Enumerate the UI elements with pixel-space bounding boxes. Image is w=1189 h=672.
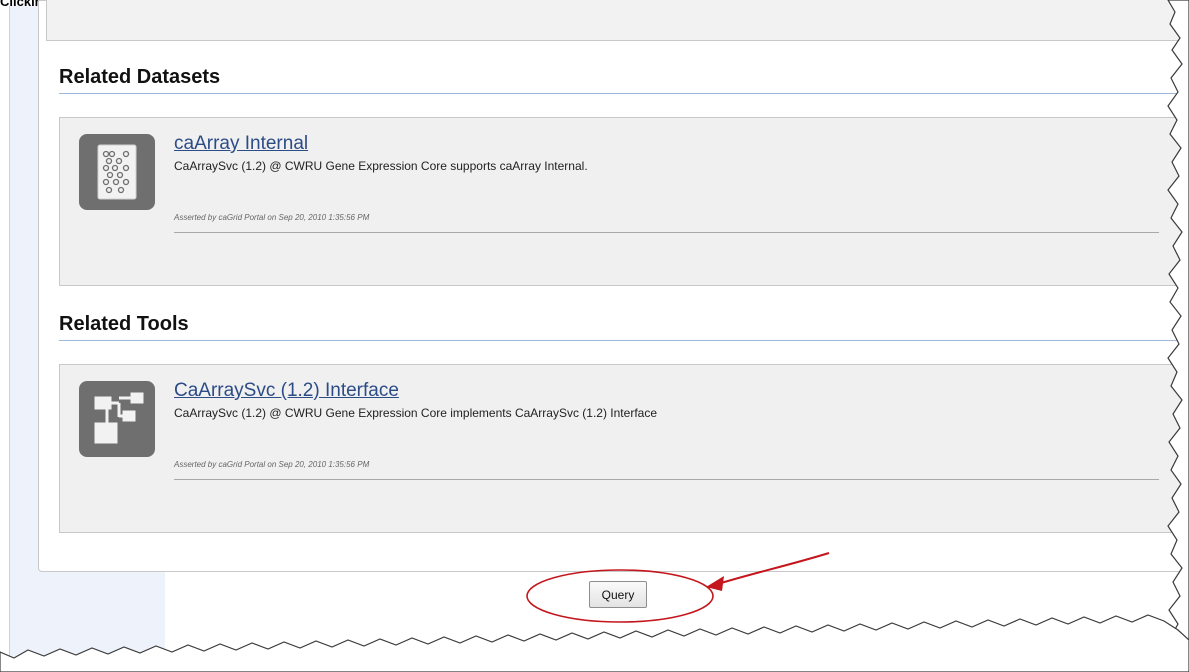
tool-assertion: Asserted by caGrid Portal on Sep 20, 201… — [174, 460, 370, 469]
related-tools-heading: Related Tools — [59, 313, 1189, 341]
callout-arrowhead — [706, 576, 724, 591]
divider — [174, 232, 1159, 233]
related-dataset-card: caArray Internal CaArraySvc (1.2) @ CWRU… — [59, 117, 1189, 286]
related-tool-card: CaArraySvc (1.2) Interface CaArraySvc (1… — [59, 364, 1189, 533]
tool-link-caarraysvc-interface[interactable]: CaArraySvc (1.2) Interface — [174, 380, 399, 402]
related-datasets-heading: Related Datasets — [59, 66, 1189, 94]
dataset-icon — [79, 134, 155, 210]
previous-section-box — [46, 0, 1189, 41]
dataset-link-caarray-internal[interactable]: caArray Internal — [174, 133, 308, 155]
tool-description: CaArraySvc (1.2) @ CWRU Gene Expression … — [174, 406, 657, 420]
screenshot-frame: Clicking the Query button Related Datase… — [0, 0, 1189, 672]
dataset-assertion: Asserted by caGrid Portal on Sep 20, 201… — [174, 213, 370, 222]
query-button[interactable]: Query — [589, 581, 647, 608]
tool-diagram-icon — [79, 381, 155, 457]
divider — [174, 479, 1159, 480]
dataset-description: CaArraySvc (1.2) @ CWRU Gene Expression … — [174, 159, 588, 173]
